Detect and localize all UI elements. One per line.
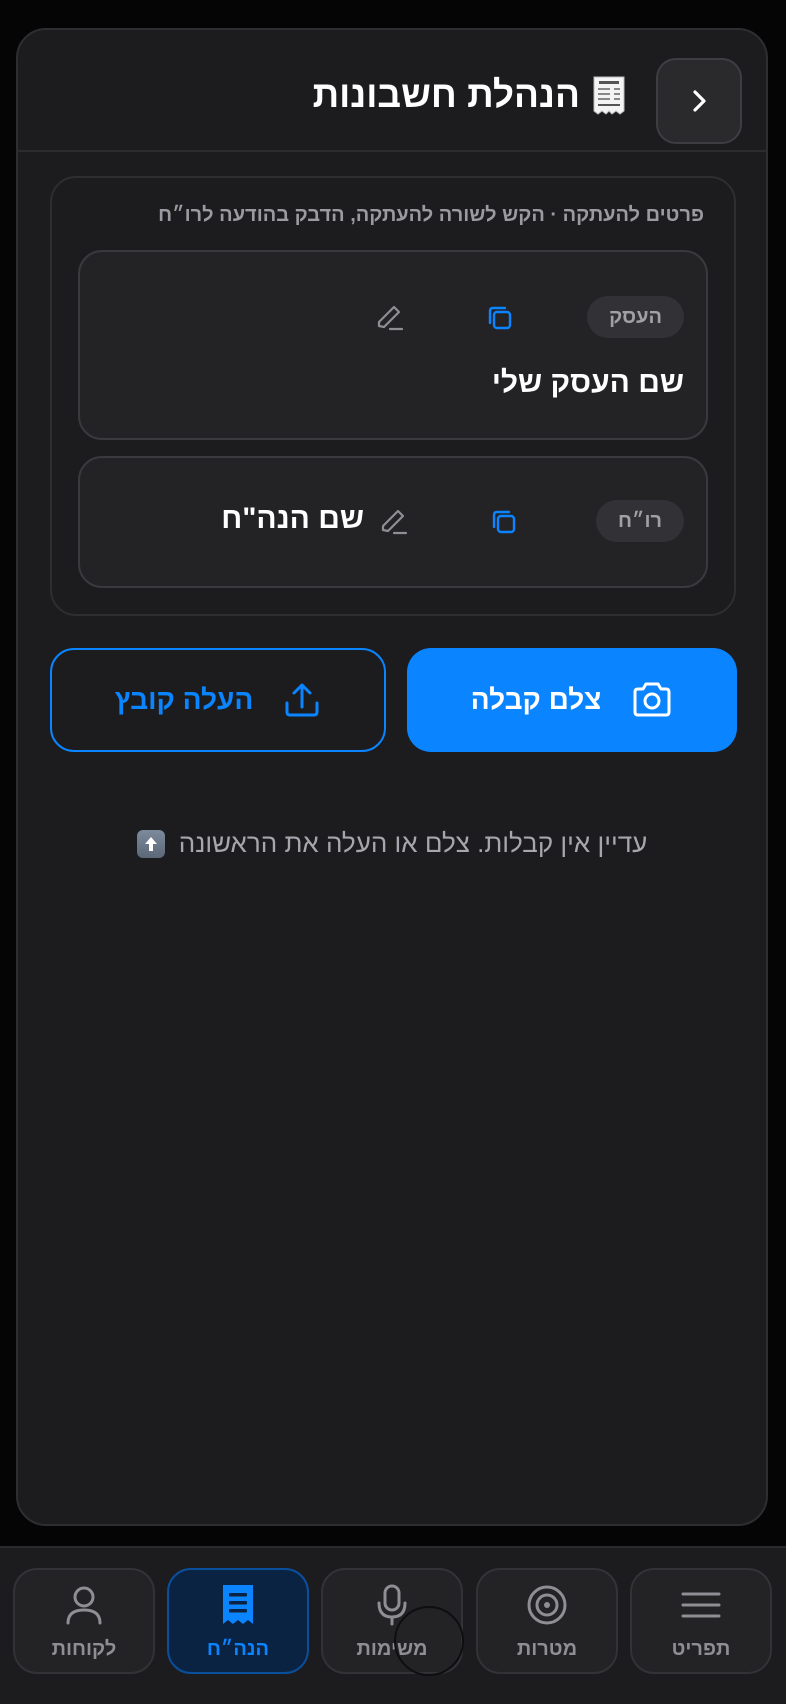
tab-bookkeeping-label: הנה״ח [206,1638,270,1660]
detail-row-accountant[interactable]: רו״ח שם הנה"ח [78,456,708,588]
back-button[interactable] [656,58,742,144]
touch-indicator [394,1606,464,1676]
copy-business-button[interactable] [478,296,522,340]
tab-bookkeeping[interactable]: הנה״ח [167,1568,309,1674]
upload-file-button[interactable]: העלה קובץ [50,648,386,752]
tab-goals[interactable]: מטרות [476,1568,618,1674]
menu-icon [678,1582,724,1628]
camera-receipt-button[interactable]: צלם קבלה [407,648,737,752]
page-title: הנהלת חשבונות [313,70,626,120]
edit-accountant-button[interactable] [372,500,416,544]
page-title-text: הנהלת חשבונות [312,74,580,115]
business-chip: העסק [587,296,684,338]
person-icon [61,1582,107,1628]
business-name-value: שם העסק שלי [491,366,684,399]
screen: הנהלת חשבונות פרטים להעתקה · הקש לשורה ל… [0,0,786,1704]
empty-state-text: עדיין אין קבלות. צלם או העלה את הראשונה [178,828,648,858]
bottom-tab-bar: תפריט מטרות משימות הנה״ח לקוחות [0,1546,786,1704]
edit-business-button[interactable] [368,296,412,340]
camera-button-label: צלם קבלה [470,684,602,715]
copy-details-card: פרטים להעתקה · הקש לשורה להעתקה, הדבק בה… [50,176,736,616]
accountant-chip: רו״ח [595,500,684,542]
upload-button-label: העלה קובץ [114,684,254,715]
header: הנהלת חשבונות [18,30,766,152]
copy-accountant-button[interactable] [482,500,526,544]
target-icon [524,1582,570,1628]
detail-row-business[interactable]: העסק שם העסק שלי [78,250,708,440]
receipt-emoji [593,76,625,115]
upload-icon [285,683,319,717]
up-arrow-emoji [136,829,165,858]
accountant-name-value: שם הנה"ח [221,502,364,535]
copy-icon [492,510,516,534]
camera-icon [633,682,671,717]
copy-icon [488,306,512,330]
empty-state: עדיין אין קבלות. צלם או העלה את הראשונה [18,828,766,859]
pencil-icon [381,509,408,535]
main-panel: הנהלת חשבונות פרטים להעתקה · הקש לשורה ל… [16,28,768,1526]
tab-menu[interactable]: תפריט [630,1568,772,1674]
receipt-icon [215,1582,261,1628]
details-hint: פרטים להעתקה · הקש לשורה להעתקה, הדבק בה… [158,204,704,226]
tab-menu-label: תפריט [671,1638,731,1660]
tab-clients-label: לקוחות [51,1638,117,1660]
pencil-icon [377,305,404,331]
tab-clients[interactable]: לקוחות [13,1568,155,1674]
chevron-right-icon [693,90,706,112]
tab-goals-label: מטרות [516,1638,578,1660]
